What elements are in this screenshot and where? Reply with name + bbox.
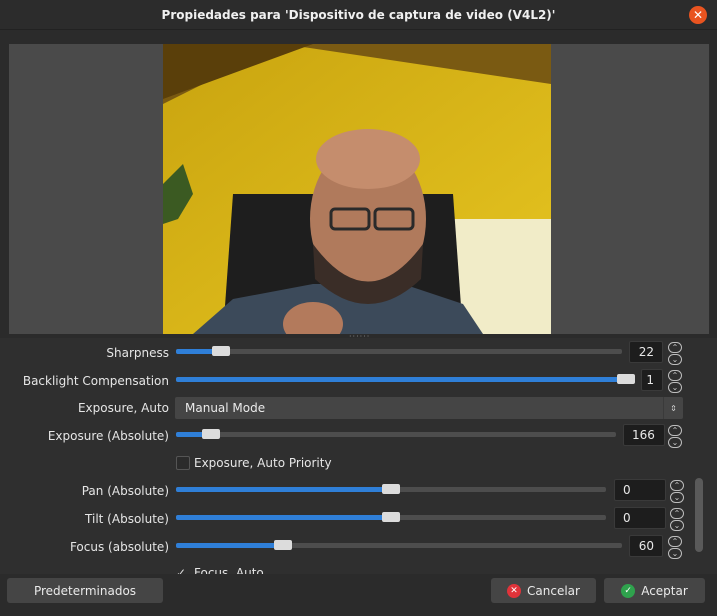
defaults-label: Predeterminados [33,583,137,598]
tilt-slider[interactable] [176,512,606,522]
accept-button[interactable]: ✓ Aceptar [604,578,705,603]
chevron-up-icon[interactable]: ⌃ [668,369,682,381]
exposure-absolute-spinner[interactable]: ⌃ ⌄ [667,424,683,448]
exposure-absolute-value[interactable]: 166 [623,424,665,446]
close-button[interactable]: ✕ [689,6,707,24]
exposure-auto-label: Exposure, Auto [77,401,169,415]
tilt-label: Tilt (Absolute) [85,512,169,526]
chevron-up-icon[interactable]: ⌃ [668,535,682,547]
pan-knob[interactable] [382,484,400,494]
tilt-fill [176,515,391,520]
pan-label: Pan (Absolute) [81,484,169,498]
chevron-down-icon[interactable]: ⌄ [670,491,684,503]
backlight-label: Backlight Compensation [22,374,169,388]
check-icon: ✓ [621,583,636,598]
scrollbar-thumb[interactable] [695,478,703,552]
camera-preview [163,44,551,334]
pan-fill [176,487,391,492]
window-title: Propiedades para 'Dispositivo de captura… [161,7,556,22]
sharpness-spinner[interactable]: ⌃ ⌄ [667,341,683,365]
preview-area [9,44,709,334]
tilt-spinner[interactable]: ⌃ ⌄ [669,507,685,531]
focus-slider[interactable] [176,540,622,550]
properties-panel: Sharpness 22 ⌃ ⌄ Backlight Compensation 1… [0,338,717,578]
defaults-button[interactable]: Predeterminados [7,578,163,603]
chevron-updown-icon: ⇕ [663,397,683,419]
focus-label: Focus (absolute) [69,540,169,554]
chevron-up-icon[interactable]: ⌃ [670,507,684,519]
backlight-value[interactable]: 1 [641,369,663,391]
pan-spinner[interactable]: ⌃ ⌄ [669,479,685,503]
backlight-slider[interactable] [176,374,635,384]
exposure-auto-value: Manual Mode [185,401,266,415]
backlight-fill [176,377,635,382]
chevron-down-icon[interactable]: ⌄ [668,436,682,448]
chevron-up-icon[interactable]: ⌃ [668,341,682,353]
focus-spinner[interactable]: ⌃ ⌄ [667,535,683,559]
cancel-icon: ✕ [507,583,522,598]
chevron-down-icon[interactable]: ⌄ [668,547,682,559]
sharpness-knob[interactable] [211,346,230,356]
chevron-up-icon[interactable]: ⌃ [670,479,684,491]
sharpness-slider[interactable] [176,346,622,356]
focus-value[interactable]: 60 [629,535,663,557]
exposure-auto-select[interactable]: Manual Mode ⇕ [175,397,683,419]
pan-slider[interactable] [176,484,606,494]
accept-label: Aceptar [641,583,688,598]
tilt-knob[interactable] [382,512,400,522]
exposure-absolute-slider[interactable] [176,429,616,439]
cancel-button[interactable]: ✕ Cancelar [491,578,596,603]
chevron-up-icon[interactable]: ⌃ [668,424,682,436]
focus-knob[interactable] [274,540,293,550]
chevron-down-icon[interactable]: ⌄ [668,381,682,393]
pan-value[interactable]: 0 [614,479,666,501]
exposure-absolute-label: Exposure (Absolute) [47,429,169,443]
backlight-knob[interactable] [617,374,635,384]
chevron-down-icon[interactable]: ⌄ [670,519,684,531]
exposure-absolute-knob[interactable] [202,429,221,439]
button-bar: Predeterminados ✕ Cancelar ✓ Aceptar [0,574,717,616]
exposure-auto-priority-checkbox[interactable] [176,456,190,470]
close-icon: ✕ [692,8,704,22]
tilt-value[interactable]: 0 [614,507,666,529]
sharpness-label: Sharpness [106,346,169,360]
exposure-auto-priority-label: Exposure, Auto Priority [194,456,332,470]
cancel-label: Cancelar [527,583,580,598]
title-bar: Propiedades para 'Dispositivo de captura… [0,0,717,30]
chevron-down-icon[interactable]: ⌄ [668,353,682,365]
focus-fill [176,543,284,548]
sharpness-value[interactable]: 22 [629,341,663,363]
backlight-spinner[interactable]: ⌃ ⌄ [667,369,683,393]
